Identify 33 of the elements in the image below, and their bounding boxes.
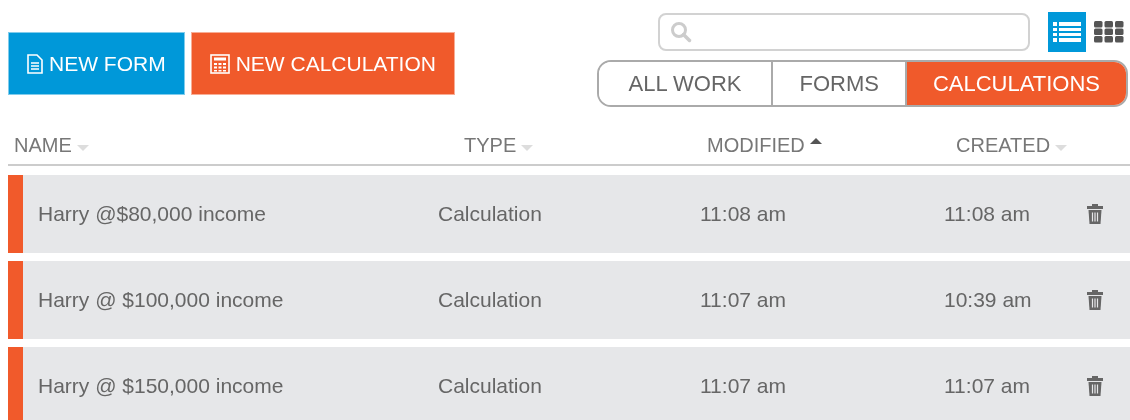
modified-cell-text: 11:07 am bbox=[700, 288, 787, 312]
list-view-button[interactable] bbox=[1048, 12, 1086, 52]
table-row[interactable]: Harry @$80,000 income Calculation 11:08 am 11:08 am bbox=[8, 175, 1130, 253]
created-cell-text: 10:39 am bbox=[944, 288, 1033, 312]
trash-icon[interactable] bbox=[1086, 375, 1104, 397]
grid-icon bbox=[1094, 21, 1124, 43]
created-cell-text: 11:07 am bbox=[944, 374, 1031, 398]
filter-tab[interactable]: CALCULATIONS bbox=[904, 62, 1126, 105]
name-cell-text: Harry @$80,000 income bbox=[37, 202, 267, 226]
calculator-icon bbox=[209, 53, 230, 74]
column-header[interactable]: NAME bbox=[14, 133, 72, 157]
list-icon bbox=[1053, 20, 1081, 44]
column-header[interactable]: CREATED bbox=[956, 133, 1051, 157]
type-cell-text: Calculation bbox=[438, 202, 543, 226]
trash-icon[interactable] bbox=[1086, 203, 1104, 225]
modified-cell-text: 11:08 am bbox=[700, 202, 787, 226]
type-cell-text: Calculation bbox=[438, 288, 543, 312]
trash-icon[interactable] bbox=[1086, 289, 1104, 311]
new-form-button[interactable]: NEW FORM bbox=[8, 32, 185, 95]
sort-caret-icon[interactable] bbox=[808, 137, 823, 145]
column-header[interactable]: TYPE bbox=[464, 133, 517, 157]
search-field[interactable] bbox=[658, 13, 1030, 51]
column-header[interactable]: MODIFIED bbox=[707, 133, 805, 157]
search-icon bbox=[670, 21, 692, 43]
new-calculation-button[interactable]: NEW CALCULATION bbox=[190, 32, 455, 95]
table-row[interactable]: Harry @ $150,000 income Calculation 11:07 am 11:07 am bbox=[8, 347, 1130, 420]
document-icon bbox=[27, 53, 43, 74]
table-row[interactable]: Harry @ $100,000 income Calculation 11:07 am 10:39 am bbox=[8, 261, 1130, 339]
name-cell-text: Harry @ $150,000 income bbox=[37, 374, 285, 398]
modified-cell-text: 11:07 am bbox=[700, 374, 787, 398]
created-cell-text: 11:08 am bbox=[944, 202, 1031, 226]
type-cell-text: Calculation bbox=[438, 374, 543, 398]
name-cell-text: Harry @ $100,000 income bbox=[37, 288, 285, 312]
